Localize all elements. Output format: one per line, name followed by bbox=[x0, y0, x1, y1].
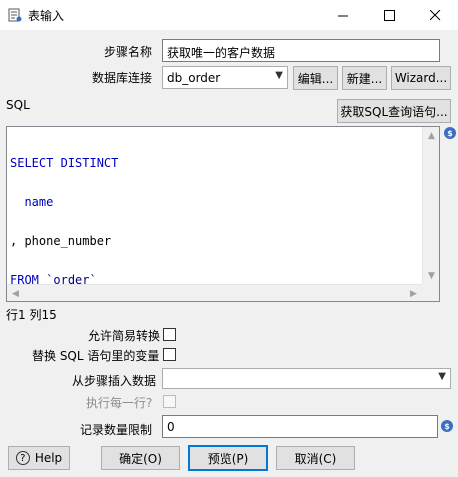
cursor-position: 行1 列15 bbox=[6, 308, 57, 322]
scroll-right-icon[interactable]: ▶ bbox=[405, 285, 422, 302]
window-title: 表输入 bbox=[28, 9, 65, 23]
limit-input[interactable]: 0 bbox=[162, 415, 438, 438]
execute-each-row-label: 执行每一行? bbox=[86, 396, 153, 410]
chevron-down-icon: ▼ bbox=[275, 70, 283, 81]
sql-label: SQL bbox=[6, 98, 30, 112]
maximize-icon bbox=[383, 9, 395, 21]
get-sql-button[interactable]: 获取SQL查询语句... bbox=[337, 99, 451, 123]
table-input-icon bbox=[8, 8, 22, 22]
title-bar: 表输入 bbox=[0, 0, 458, 30]
lazy-conversion-checkbox[interactable] bbox=[163, 328, 176, 341]
variable-icon: $ bbox=[441, 420, 453, 432]
limit-value: 0 bbox=[167, 420, 175, 434]
close-button[interactable] bbox=[412, 0, 458, 30]
edit-connection-button[interactable]: 编辑... bbox=[293, 66, 338, 90]
scrollbar-corner bbox=[422, 284, 439, 301]
sql-vertical-scrollbar[interactable]: ▲ ▼ bbox=[422, 127, 439, 284]
preview-button[interactable]: 预览(P) bbox=[188, 445, 268, 471]
sql-line: name bbox=[10, 195, 54, 209]
ok-button[interactable]: 确定(O) bbox=[101, 446, 180, 470]
step-name-input[interactable]: 获取唯一的客户数据 bbox=[162, 39, 440, 62]
maximize-button[interactable] bbox=[366, 0, 412, 30]
close-icon bbox=[429, 9, 440, 20]
execute-each-row-checkbox bbox=[163, 395, 176, 408]
sql-horizontal-scrollbar[interactable]: ◀ ▶ bbox=[7, 284, 422, 301]
help-icon: ? bbox=[15, 451, 30, 465]
sql-editor[interactable]: SELECT DISTINCT name , phone_number FROM… bbox=[6, 126, 440, 302]
lazy-conversion-label: 允许简易转换 bbox=[88, 329, 161, 343]
scroll-left-icon[interactable]: ◀ bbox=[7, 285, 24, 302]
replace-variables-checkbox[interactable] bbox=[163, 348, 176, 361]
scroll-down-icon[interactable]: ▼ bbox=[423, 267, 440, 284]
cancel-button[interactable]: 取消(C) bbox=[276, 446, 355, 470]
help-label: Help bbox=[34, 451, 63, 465]
help-button[interactable]: ? Help bbox=[8, 446, 70, 470]
insert-from-step-select[interactable]: ▼ bbox=[162, 368, 451, 389]
minimize-button[interactable] bbox=[320, 0, 366, 30]
chevron-down-icon: ▼ bbox=[438, 371, 446, 382]
db-connection-value: db_order bbox=[167, 71, 221, 85]
limit-label: 记录数量限制 bbox=[80, 423, 153, 437]
sql-line: , phone_number bbox=[10, 234, 112, 248]
step-name-label: 步骤名称 bbox=[104, 45, 153, 59]
sql-line: SELECT DISTINCT bbox=[10, 156, 119, 170]
insert-from-step-label: 从步骤插入数据 bbox=[72, 374, 157, 388]
scroll-up-icon[interactable]: ▲ bbox=[423, 127, 440, 144]
step-name-value: 获取唯一的客户数据 bbox=[167, 46, 276, 60]
minimize-icon bbox=[337, 15, 348, 16]
new-connection-button[interactable]: 新建... bbox=[342, 66, 387, 90]
db-connection-label: 数据库连接 bbox=[92, 71, 153, 85]
replace-variables-label: 替换 SQL 语句里的变量 bbox=[32, 349, 160, 363]
db-connection-select[interactable]: db_order ▼ bbox=[162, 66, 288, 89]
variable-icon: $ bbox=[444, 127, 456, 139]
wizard-button[interactable]: Wizard... bbox=[391, 66, 451, 90]
